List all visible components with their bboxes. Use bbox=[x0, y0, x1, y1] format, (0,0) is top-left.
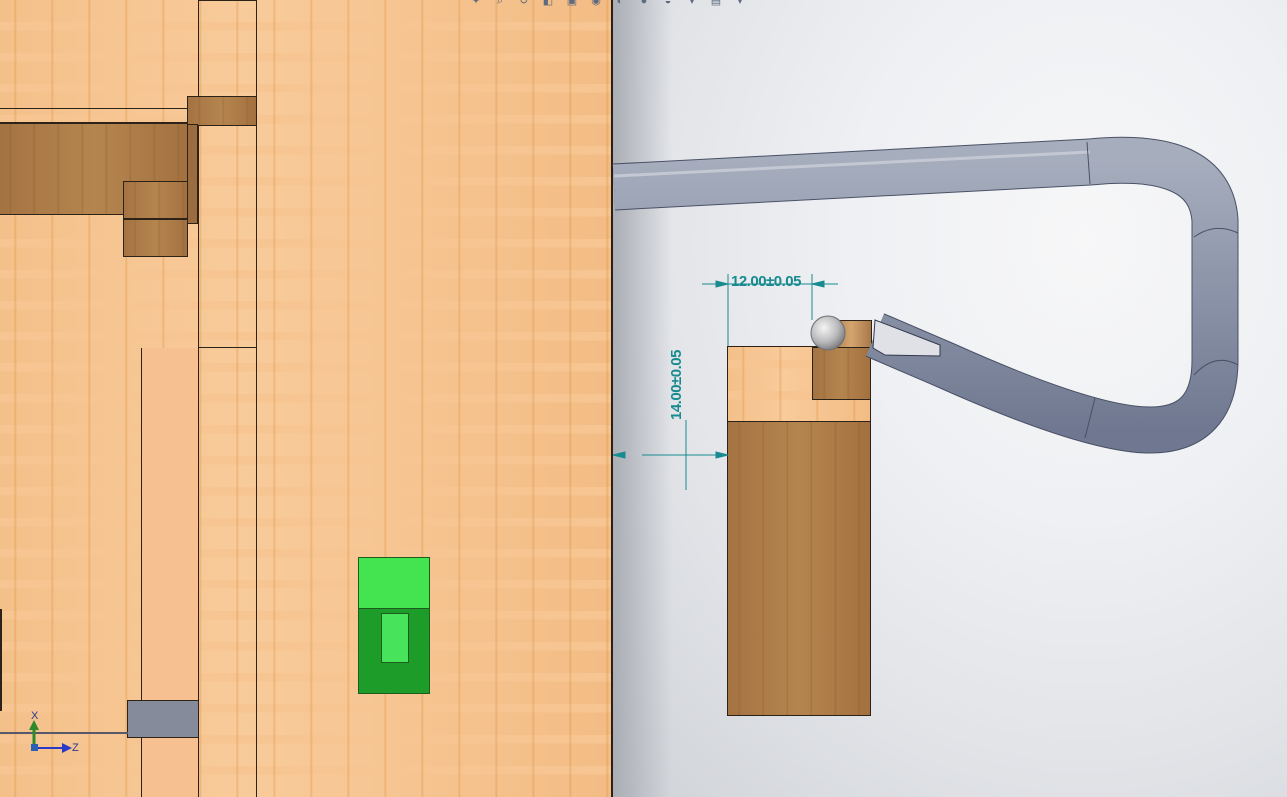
monitor-icon[interactable]: ▤ bbox=[710, 0, 722, 7]
wire-tube[interactable] bbox=[612, 136, 1239, 454]
previous-view-icon[interactable]: ↺ bbox=[518, 0, 530, 7]
display-style-icon[interactable]: ◉ bbox=[590, 0, 602, 7]
hide-show-icon[interactable]: ◐ bbox=[614, 0, 626, 7]
graphics-area[interactable]: 12.00±0.05 14.00±0.05 ✦ ⌕ ↺ ◧ ▣ ◉ ◐ ● ◒ … bbox=[0, 0, 1287, 797]
zoom-to-fit-icon[interactable]: ✦ bbox=[470, 0, 482, 7]
section-view-icon[interactable]: ◧ bbox=[542, 0, 554, 7]
zoom-area-icon[interactable]: ⌕ bbox=[494, 0, 506, 7]
dimension-horizontal[interactable]: 12.00±0.05 bbox=[731, 273, 801, 290]
wire-arm-drawing bbox=[612, 136, 1239, 490]
triad-x-label: X bbox=[31, 710, 39, 722]
dimension-vertical[interactable]: 14.00±0.05 bbox=[668, 350, 685, 420]
dropdown-arrow-icon[interactable]: ▾ bbox=[734, 0, 746, 7]
appearance-icon[interactable]: ● bbox=[638, 0, 650, 7]
view-settings-icon[interactable]: ▾ bbox=[686, 0, 698, 7]
triad-z-label: Z bbox=[72, 742, 79, 754]
scene-icon[interactable]: ◒ bbox=[662, 0, 674, 7]
view-orientation-icon[interactable]: ▣ bbox=[566, 0, 578, 7]
coordinate-triad: X Z bbox=[22, 708, 82, 758]
heads-up-view-toolbar: ✦ ⌕ ↺ ◧ ▣ ◉ ◐ ● ◒ ▾ ▤ ▾ bbox=[470, 0, 746, 8]
steel-ball[interactable] bbox=[810, 315, 846, 351]
dimension-lines bbox=[612, 274, 838, 490]
